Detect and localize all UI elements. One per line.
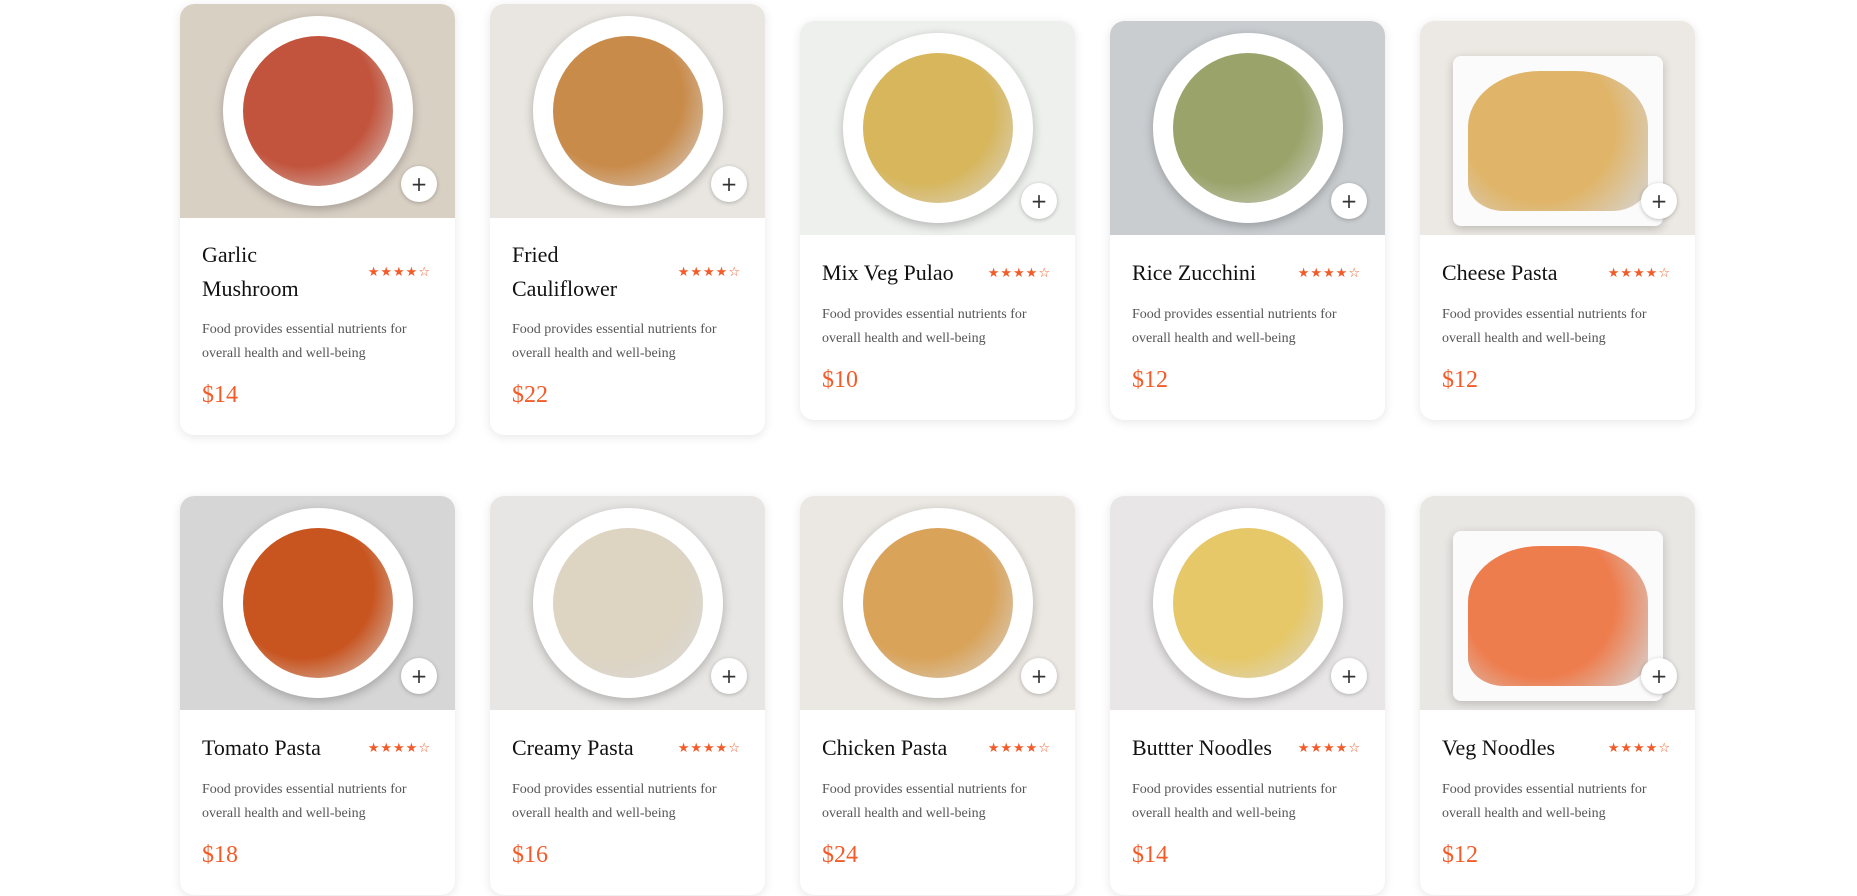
- food-image: +: [490, 4, 765, 218]
- food-photo: [1172, 528, 1323, 678]
- dish-description: Food provides essential nutrients for ov…: [1132, 307, 1337, 346]
- menu-card[interactable]: + Mix Veg Pulao ★★★★☆ Food provides esse…: [800, 21, 1075, 420]
- plate: [222, 16, 413, 206]
- dish-name[interactable]: Rice Zucchini: [1132, 256, 1256, 290]
- food-photo: [552, 528, 703, 678]
- food-photo: [862, 528, 1013, 678]
- add-to-cart-button[interactable]: +: [1331, 183, 1367, 219]
- food-image: +: [180, 4, 455, 218]
- dish-description: Food provides essential nutrients for ov…: [822, 307, 1027, 346]
- food-image: +: [180, 496, 455, 710]
- dish-name[interactable]: Veg Noodles: [1442, 731, 1555, 765]
- rating-stars: ★★★★☆: [987, 265, 1051, 281]
- dish-description: Food provides essential nutrients for ov…: [512, 782, 717, 821]
- menu-card[interactable]: + Chicken Pasta ★★★★☆ Food provides esse…: [800, 496, 1075, 895]
- menu-card[interactable]: + Tomato Pasta ★★★★☆ Food provides essen…: [180, 496, 455, 895]
- food-photo: [1467, 545, 1648, 686]
- dish-name[interactable]: Garlic Mushroom: [202, 238, 332, 306]
- add-to-cart-button[interactable]: +: [1021, 658, 1057, 694]
- bowl: [1452, 55, 1663, 226]
- rating-stars: ★★★★☆: [1607, 740, 1671, 756]
- food-photo: [862, 53, 1013, 203]
- plate: [842, 508, 1033, 698]
- rating-stars: ★★★★☆: [1607, 265, 1671, 281]
- dish-price: $12: [1442, 367, 1478, 393]
- dish-description: Food provides essential nutrients for ov…: [1132, 782, 1337, 821]
- dish-description: Food provides essential nutrients for ov…: [512, 322, 717, 361]
- plate: [532, 16, 723, 206]
- food-image: +: [490, 496, 765, 710]
- food-image: +: [800, 496, 1075, 710]
- food-photo: [1467, 70, 1648, 211]
- dish-price: $24: [822, 842, 858, 868]
- food-photo: [242, 528, 393, 678]
- add-to-cart-button[interactable]: +: [711, 166, 747, 202]
- plate: [222, 508, 413, 698]
- menu-card[interactable]: + Rice Zucchini ★★★★☆ Food provides esse…: [1110, 21, 1385, 420]
- food-image: +: [1420, 496, 1695, 710]
- dish-name[interactable]: Buttter Noodles: [1132, 731, 1272, 765]
- menu-card[interactable]: + Fried Cauliflower ★★★★☆ Food provides …: [490, 4, 765, 435]
- plate: [1152, 33, 1343, 223]
- rating-stars: ★★★★☆: [367, 264, 431, 280]
- dish-price: $18: [202, 842, 238, 868]
- food-photo: [242, 36, 393, 186]
- plate: [532, 508, 723, 698]
- dish-description: Food provides essential nutrients for ov…: [1442, 307, 1647, 346]
- rating-stars: ★★★★☆: [677, 740, 741, 756]
- rating-stars: ★★★★☆: [1297, 740, 1361, 756]
- add-to-cart-button[interactable]: +: [1641, 658, 1677, 694]
- add-to-cart-button[interactable]: +: [1331, 658, 1367, 694]
- dish-description: Food provides essential nutrients for ov…: [1442, 782, 1647, 821]
- dish-name[interactable]: Mix Veg Pulao: [822, 256, 954, 290]
- rating-stars: ★★★★☆: [987, 740, 1051, 756]
- food-image: +: [1420, 21, 1695, 235]
- dish-price: $14: [202, 382, 238, 408]
- add-to-cart-button[interactable]: +: [711, 658, 747, 694]
- dish-description: Food provides essential nutrients for ov…: [822, 782, 1027, 821]
- add-to-cart-button[interactable]: +: [401, 166, 437, 202]
- food-image: +: [800, 21, 1075, 235]
- rating-stars: ★★★★☆: [367, 740, 431, 756]
- food-photo: [1172, 53, 1323, 203]
- plate: [842, 33, 1033, 223]
- dish-price: $22: [512, 382, 548, 408]
- menu-card[interactable]: + Creamy Pasta ★★★★☆ Food provides essen…: [490, 496, 765, 895]
- food-image: +: [1110, 496, 1385, 710]
- dish-name[interactable]: Fried Cauliflower: [512, 238, 642, 306]
- food-image: +: [1110, 21, 1385, 235]
- dish-description: Food provides essential nutrients for ov…: [202, 322, 407, 361]
- dish-description: Food provides essential nutrients for ov…: [202, 782, 407, 821]
- dish-name[interactable]: Tomato Pasta: [202, 731, 321, 765]
- menu-card[interactable]: + Cheese Pasta ★★★★☆ Food provides essen…: [1420, 21, 1695, 420]
- dish-name[interactable]: Chicken Pasta: [822, 731, 947, 765]
- rating-stars: ★★★★☆: [677, 264, 741, 280]
- add-to-cart-button[interactable]: +: [1021, 183, 1057, 219]
- rating-stars: ★★★★☆: [1297, 265, 1361, 281]
- menu-card[interactable]: + Veg Noodles ★★★★☆ Food provides essent…: [1420, 496, 1695, 895]
- dish-name[interactable]: Cheese Pasta: [1442, 256, 1557, 290]
- add-to-cart-button[interactable]: +: [1641, 183, 1677, 219]
- add-to-cart-button[interactable]: +: [401, 658, 437, 694]
- plate: [1152, 508, 1343, 698]
- dish-price: $12: [1442, 842, 1478, 868]
- bowl: [1452, 530, 1663, 701]
- food-photo: [552, 36, 703, 186]
- dish-price: $14: [1132, 842, 1168, 868]
- menu-card[interactable]: + Buttter Noodles ★★★★☆ Food provides es…: [1110, 496, 1385, 895]
- dish-name[interactable]: Creamy Pasta: [512, 731, 634, 765]
- dish-price: $12: [1132, 367, 1168, 393]
- menu-card[interactable]: + Garlic Mushroom ★★★★☆ Food provides es…: [180, 4, 455, 435]
- dish-price: $10: [822, 367, 858, 393]
- dish-price: $16: [512, 842, 548, 868]
